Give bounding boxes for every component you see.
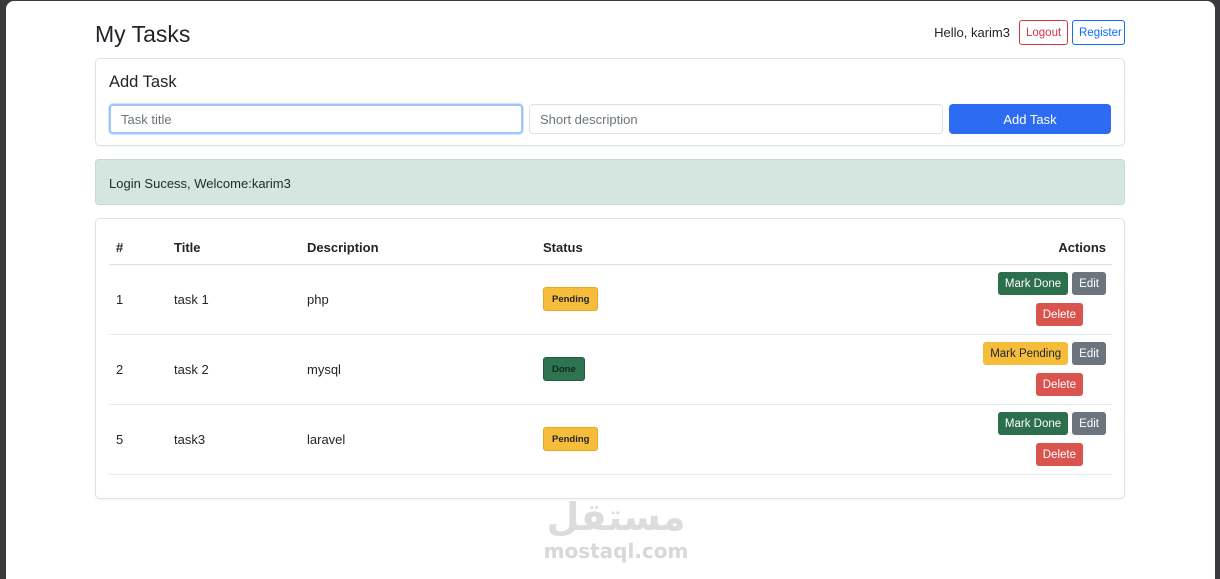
watermark-logo: مستقل mostaql.com <box>536 495 696 571</box>
success-alert: Login Sucess, Welcome:karim3 <box>95 159 1125 205</box>
cell-status: Pending <box>536 404 731 475</box>
mark-done-button[interactable]: Mark Done <box>997 272 1069 295</box>
greeting-text: Hello, karim3 <box>934 25 1010 40</box>
mark-pending-button[interactable]: Mark Pending <box>983 342 1069 365</box>
add-task-heading: Add Task <box>109 73 177 91</box>
cell-actions: Mark Pending Edit Delete <box>730 334 1112 405</box>
cell-title: task3 <box>167 404 300 475</box>
header-description: Description <box>300 231 536 265</box>
cell-description: mysql <box>300 334 536 405</box>
browser-page: My Tasks Hello, karim3 Logout Register A… <box>6 1 1215 579</box>
delete-button[interactable]: Delete <box>1035 443 1083 466</box>
cell-description: php <box>300 264 536 335</box>
edit-button[interactable]: Edit <box>1072 342 1106 365</box>
user-area: Hello, karim3 Logout Register <box>934 20 1125 45</box>
task-title-input[interactable] <box>109 104 523 134</box>
page-header: My Tasks Hello, karim3 Logout Register <box>95 19 1125 53</box>
status-badge: Pending <box>543 287 599 311</box>
header-title: Title <box>167 231 300 265</box>
alert-message: Login Sucess, Welcome:karim3 <box>109 176 291 191</box>
cell-title: task 2 <box>167 334 300 405</box>
watermark-arabic: مستقل <box>546 495 686 539</box>
table-row: 5 task3 laravel Pending Mark Done Edit D… <box>109 404 1112 475</box>
tasks-table: # Title Description Status Actions 1 tas… <box>109 231 1112 475</box>
status-badge: Done <box>543 357 585 381</box>
cell-status: Pending <box>536 264 731 335</box>
page-title: My Tasks <box>95 21 191 47</box>
mark-done-button[interactable]: Mark Done <box>997 412 1069 435</box>
add-task-button[interactable]: Add Task <box>949 104 1111 134</box>
cell-num: 1 <box>109 264 167 335</box>
task-description-input[interactable] <box>529 104 943 134</box>
table-row: 2 task 2 mysql Done Mark Pending Edit De… <box>109 334 1112 405</box>
cell-actions: Mark Done Edit Delete <box>730 264 1112 335</box>
header-status: Status <box>536 231 731 265</box>
delete-button[interactable]: Delete <box>1035 303 1083 326</box>
cell-title: task 1 <box>167 264 300 335</box>
tasks-card: # Title Description Status Actions 1 tas… <box>95 218 1125 499</box>
header-actions: Actions <box>730 231 1112 265</box>
delete-button[interactable]: Delete <box>1035 373 1083 396</box>
table-header-row: # Title Description Status Actions <box>109 231 1112 265</box>
logout-button[interactable]: Logout <box>1019 20 1068 45</box>
table-row: 1 task 1 php Pending Mark Done Edit Dele… <box>109 264 1112 335</box>
cell-status: Done <box>536 334 731 405</box>
edit-button[interactable]: Edit <box>1072 412 1106 435</box>
cell-description: laravel <box>300 404 536 475</box>
register-button[interactable]: Register <box>1072 20 1125 45</box>
cell-actions: Mark Done Edit Delete <box>730 404 1112 475</box>
status-badge: Pending <box>543 427 599 451</box>
cell-num: 2 <box>109 334 167 405</box>
watermark-latin: mostaql.com <box>543 539 689 563</box>
cell-num: 5 <box>109 404 167 475</box>
header-num: # <box>109 231 167 265</box>
edit-button[interactable]: Edit <box>1072 272 1106 295</box>
add-task-card: Add Task Add Task <box>95 58 1125 146</box>
